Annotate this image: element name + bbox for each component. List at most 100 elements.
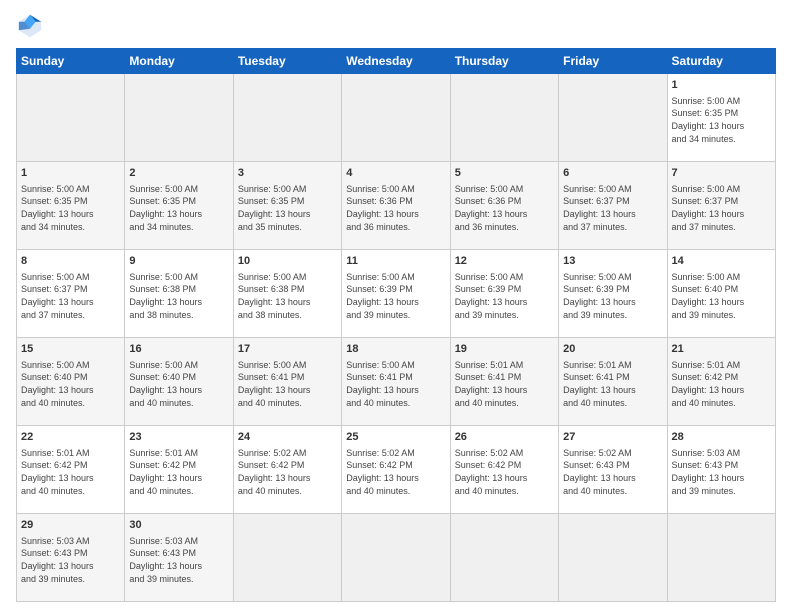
calendar-cell <box>559 514 667 602</box>
calendar-cell: 1Sunrise: 5:00 AM Sunset: 6:35 PM Daylig… <box>667 74 775 162</box>
day-info: Sunrise: 5:01 AM Sunset: 6:41 PM Dayligh… <box>455 359 554 409</box>
day-number: 1 <box>21 166 120 181</box>
calendar-cell: 25 Sunrise: 5:02 AM Sunset: 6:42 PM Dayli… <box>342 426 450 514</box>
calendar-cell <box>17 74 125 162</box>
day-info: Sunrise: 5:00 AM Sunset: 6:41 PM Dayligh… <box>346 359 445 409</box>
day-info: Sunrise: 5:01 AM Sunset: 6:42 PM Dayligh… <box>672 359 771 409</box>
calendar-cell: 28Sunrise: 5:03 AM Sunset: 6:43 PM Dayli… <box>667 426 775 514</box>
day-info: Sunrise: 5:01 AM Sunset: 6:41 PM Dayligh… <box>563 359 662 409</box>
calendar-cell: 14Sunrise: 5:00 AM Sunset: 6:40 PM Dayli… <box>667 250 775 338</box>
day-info: Sunrise: 5:00 AM Sunset: 6:37 PM Dayligh… <box>563 183 662 233</box>
day-number: 21 <box>672 342 771 357</box>
calendar-week-2: 1 Sunrise: 5:00 AM Sunset: 6:35 PM Daylig… <box>17 162 776 250</box>
day-info: Sunrise: 5:00 AM Sunset: 6:41 PM Dayligh… <box>238 359 337 409</box>
day-number: 3 <box>238 166 337 181</box>
day-number: 12 <box>455 254 554 269</box>
calendar-week-4: 15 Sunrise: 5:00 AM Sunset: 6:40 PM Dayli… <box>17 338 776 426</box>
day-number: 7 <box>672 166 771 181</box>
calendar-week-1: 1Sunrise: 5:00 AM Sunset: 6:35 PM Daylig… <box>17 74 776 162</box>
calendar-week-6: 29Sunrise: 5:03 AM Sunset: 6:43 PM Dayli… <box>17 514 776 602</box>
day-info: Sunrise: 5:00 AM Sunset: 6:35 PM Dayligh… <box>21 183 120 233</box>
day-info: Sunrise: 5:00 AM Sunset: 6:38 PM Dayligh… <box>129 271 228 321</box>
calendar-cell <box>342 74 450 162</box>
calendar-cell: 24 Sunrise: 5:02 AM Sunset: 6:42 PM Dayli… <box>233 426 341 514</box>
day-number: 23 <box>129 430 228 445</box>
page: SundayMondayTuesdayWednesdayThursdayFrid… <box>0 0 792 612</box>
day-number: 15 <box>21 342 120 357</box>
day-info: Sunrise: 5:00 AM Sunset: 6:39 PM Dayligh… <box>563 271 662 321</box>
calendar-cell <box>233 74 341 162</box>
day-info: Sunrise: 5:02 AM Sunset: 6:42 PM Dayligh… <box>238 447 337 497</box>
calendar-cell: 18 Sunrise: 5:00 AM Sunset: 6:41 PM Dayli… <box>342 338 450 426</box>
calendar-cell <box>559 74 667 162</box>
calendar-cell: 5Sunrise: 5:00 AM Sunset: 6:36 PM Daylig… <box>450 162 558 250</box>
day-number: 25 <box>346 430 445 445</box>
day-number: 26 <box>455 430 554 445</box>
day-info: Sunrise: 5:00 AM Sunset: 6:40 PM Dayligh… <box>672 271 771 321</box>
day-number: 1 <box>672 78 771 93</box>
day-info: Sunrise: 5:02 AM Sunset: 6:42 PM Dayligh… <box>455 447 554 497</box>
calendar-cell: 17 Sunrise: 5:00 AM Sunset: 6:41 PM Dayli… <box>233 338 341 426</box>
day-number: 10 <box>238 254 337 269</box>
day-number: 24 <box>238 430 337 445</box>
day-number: 8 <box>21 254 120 269</box>
header-day-saturday: Saturday <box>667 49 775 74</box>
header-day-friday: Friday <box>559 49 667 74</box>
day-number: 11 <box>346 254 445 269</box>
day-number: 9 <box>129 254 228 269</box>
calendar-cell: 13Sunrise: 5:00 AM Sunset: 6:39 PM Dayli… <box>559 250 667 338</box>
day-number: 30 <box>129 518 228 533</box>
logo <box>16 12 48 40</box>
calendar-cell: 19 Sunrise: 5:01 AM Sunset: 6:41 PM Dayli… <box>450 338 558 426</box>
day-number: 19 <box>455 342 554 357</box>
day-number: 16 <box>129 342 228 357</box>
day-info: Sunrise: 5:00 AM Sunset: 6:40 PM Dayligh… <box>21 359 120 409</box>
day-number: 18 <box>346 342 445 357</box>
day-number: 4 <box>346 166 445 181</box>
calendar-cell: 26 Sunrise: 5:02 AM Sunset: 6:42 PM Dayli… <box>450 426 558 514</box>
calendar-cell <box>342 514 450 602</box>
day-info: Sunrise: 5:03 AM Sunset: 6:43 PM Dayligh… <box>129 535 228 585</box>
day-number: 17 <box>238 342 337 357</box>
calendar-cell: 16 Sunrise: 5:00 AM Sunset: 6:40 PM Dayli… <box>125 338 233 426</box>
day-info: Sunrise: 5:00 AM Sunset: 6:39 PM Dayligh… <box>455 271 554 321</box>
calendar-cell: 12 Sunrise: 5:00 AM Sunset: 6:39 PM Dayli… <box>450 250 558 338</box>
header <box>16 12 776 40</box>
day-number: 28 <box>672 430 771 445</box>
calendar-cell <box>450 74 558 162</box>
calendar-cell: 3 Sunrise: 5:00 AM Sunset: 6:35 PM Daylig… <box>233 162 341 250</box>
calendar-cell: 4 Sunrise: 5:00 AM Sunset: 6:36 PM Daylig… <box>342 162 450 250</box>
header-day-monday: Monday <box>125 49 233 74</box>
calendar-cell: 7 Sunrise: 5:00 AM Sunset: 6:37 PM Daylig… <box>667 162 775 250</box>
calendar-cell: 6Sunrise: 5:00 AM Sunset: 6:37 PM Daylig… <box>559 162 667 250</box>
calendar-cell: 27 Sunrise: 5:02 AM Sunset: 6:43 PM Dayli… <box>559 426 667 514</box>
calendar-cell <box>125 74 233 162</box>
day-info: Sunrise: 5:00 AM Sunset: 6:38 PM Dayligh… <box>238 271 337 321</box>
day-info: Sunrise: 5:00 AM Sunset: 6:37 PM Dayligh… <box>21 271 120 321</box>
calendar-header-row: SundayMondayTuesdayWednesdayThursdayFrid… <box>17 49 776 74</box>
logo-icon <box>16 12 44 40</box>
calendar-cell: 21 Sunrise: 5:01 AM Sunset: 6:42 PM Dayli… <box>667 338 775 426</box>
day-number: 5 <box>455 166 554 181</box>
day-info: Sunrise: 5:00 AM Sunset: 6:40 PM Dayligh… <box>129 359 228 409</box>
day-number: 2 <box>129 166 228 181</box>
calendar-cell: 22Sunrise: 5:01 AM Sunset: 6:42 PM Dayli… <box>17 426 125 514</box>
day-info: Sunrise: 5:00 AM Sunset: 6:36 PM Dayligh… <box>346 183 445 233</box>
day-info: Sunrise: 5:03 AM Sunset: 6:43 PM Dayligh… <box>21 535 120 585</box>
day-info: Sunrise: 5:01 AM Sunset: 6:42 PM Dayligh… <box>129 447 228 497</box>
header-day-tuesday: Tuesday <box>233 49 341 74</box>
calendar-cell: 8 Sunrise: 5:00 AM Sunset: 6:37 PM Daylig… <box>17 250 125 338</box>
calendar-table: SundayMondayTuesdayWednesdayThursdayFrid… <box>16 48 776 602</box>
day-info: Sunrise: 5:00 AM Sunset: 6:39 PM Dayligh… <box>346 271 445 321</box>
day-number: 27 <box>563 430 662 445</box>
day-info: Sunrise: 5:00 AM Sunset: 6:35 PM Dayligh… <box>129 183 228 233</box>
calendar-cell: 1 Sunrise: 5:00 AM Sunset: 6:35 PM Daylig… <box>17 162 125 250</box>
calendar-week-3: 8 Sunrise: 5:00 AM Sunset: 6:37 PM Daylig… <box>17 250 776 338</box>
day-number: 20 <box>563 342 662 357</box>
calendar-week-5: 22Sunrise: 5:01 AM Sunset: 6:42 PM Dayli… <box>17 426 776 514</box>
day-info: Sunrise: 5:00 AM Sunset: 6:35 PM Dayligh… <box>238 183 337 233</box>
calendar-cell: 10 Sunrise: 5:00 AM Sunset: 6:38 PM Dayli… <box>233 250 341 338</box>
day-info: Sunrise: 5:02 AM Sunset: 6:43 PM Dayligh… <box>563 447 662 497</box>
day-info: Sunrise: 5:00 AM Sunset: 6:37 PM Dayligh… <box>672 183 771 233</box>
day-info: Sunrise: 5:02 AM Sunset: 6:42 PM Dayligh… <box>346 447 445 497</box>
